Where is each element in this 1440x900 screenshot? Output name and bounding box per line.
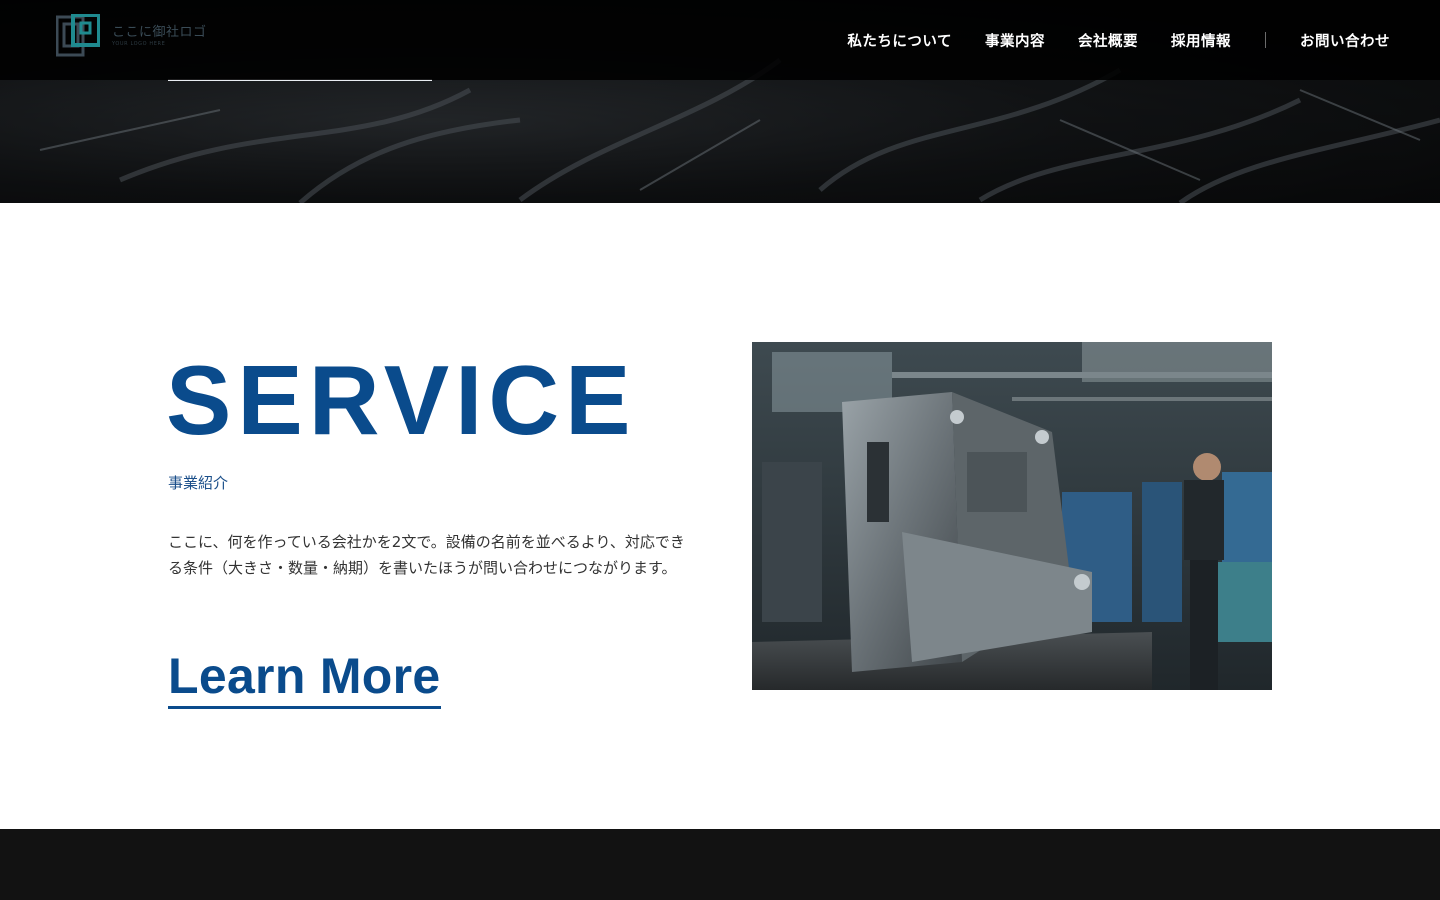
nav-item-recruit[interactable]: 採用情報 xyxy=(1171,30,1231,51)
nav-item-business[interactable]: 事業内容 xyxy=(985,30,1045,51)
logo-subtext: YOUR LOGO HERE xyxy=(112,40,166,47)
logo-mark-icon xyxy=(56,14,100,57)
site-header: ここに御社ロゴ YOUR LOGO HERE 私たちについて 事業内容 会社概要… xyxy=(0,0,1440,80)
service-description: ここに、何を作っている会社かを2文で。設備の名前を並べるより、対応できる条件（大… xyxy=(168,533,685,577)
nav-item-about[interactable]: 私たちについて xyxy=(847,30,952,51)
nav-item-contact[interactable]: お問い合わせ xyxy=(1300,30,1390,51)
factory-mold-photo xyxy=(752,342,1272,690)
nav-divider xyxy=(1265,32,1266,48)
service-subtitle: 事業紹介 xyxy=(168,474,229,492)
logo-text: ここに御社ロゴ xyxy=(112,24,207,40)
next-section-dark-band xyxy=(0,829,1440,900)
main-navigation: 私たちについて 事業内容 会社概要 採用情報 お問い合わせ xyxy=(847,0,1390,80)
learn-more-link[interactable]: Learn More xyxy=(168,646,441,709)
nav-item-company[interactable]: 会社概要 xyxy=(1078,30,1138,51)
site-logo[interactable]: ここに御社ロゴ YOUR LOGO HERE xyxy=(56,14,207,58)
factory-photo-illustration xyxy=(752,342,1272,690)
service-title: SERVICE xyxy=(166,345,637,455)
